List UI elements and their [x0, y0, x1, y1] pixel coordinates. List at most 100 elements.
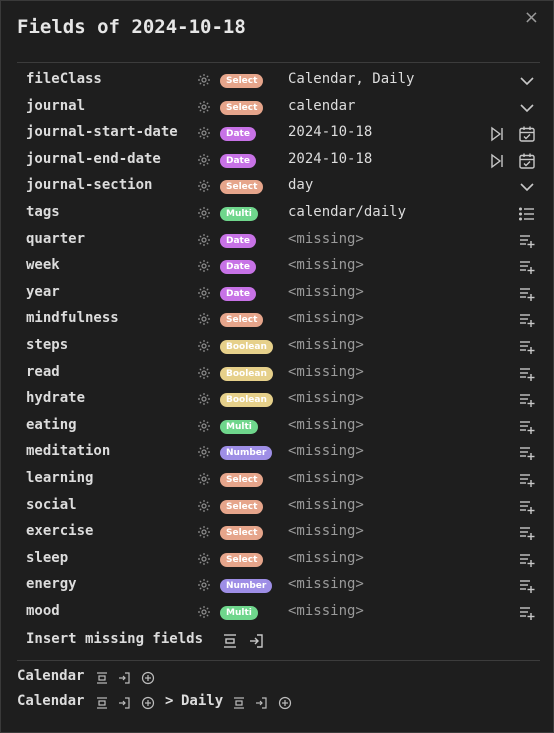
field-name: week	[26, 257, 60, 274]
gear-icon[interactable]	[197, 153, 211, 167]
gear-icon[interactable]	[197, 552, 211, 566]
field-name: meditation	[26, 443, 111, 460]
field-row-journal-end-date: journal-end-date Date 2024-10-18	[1, 147, 553, 174]
add-list-icon[interactable]	[518, 551, 536, 569]
insert-in-frontmatter-icon[interactable]	[232, 696, 246, 710]
field-value: <missing>	[288, 549, 364, 566]
fileclass-name[interactable]: Calendar	[17, 668, 84, 684]
fileclass-subclass-name[interactable]: Daily	[181, 693, 223, 709]
field-name: eating	[26, 416, 77, 433]
field-name: social	[26, 496, 77, 513]
field-name: hydrate	[26, 390, 86, 407]
gear-icon[interactable]	[197, 392, 211, 406]
field-name: fileClass	[26, 71, 102, 87]
skip-next-icon[interactable]	[488, 125, 506, 143]
gear-icon[interactable]	[197, 286, 211, 300]
field-value: <missing>	[288, 523, 364, 540]
field-name: energy	[26, 576, 77, 593]
gear-icon[interactable]	[197, 578, 211, 592]
gear-icon[interactable]	[197, 366, 211, 380]
field-value: calendar/daily	[288, 203, 407, 220]
insert-at-cursor-icon[interactable]	[118, 671, 132, 685]
field-value: <missing>	[288, 469, 364, 486]
add-circle-icon[interactable]	[141, 696, 155, 710]
field-row-sleep: sleep Select <missing>	[1, 546, 553, 573]
calendar-check-icon[interactable]	[518, 152, 536, 170]
add-list-icon[interactable]	[518, 418, 536, 436]
add-list-icon[interactable]	[518, 471, 536, 489]
field-row-fileClass: fileClass Select Calendar, Daily	[1, 67, 553, 94]
chevron-down-icon[interactable]	[518, 99, 536, 117]
field-name: tags	[26, 203, 60, 220]
field-type-badge: Select	[220, 313, 264, 328]
add-list-icon[interactable]	[518, 604, 536, 622]
calendar-check-icon[interactable]	[518, 125, 536, 143]
field-row-learning: learning Select <missing>	[1, 466, 553, 493]
insert-at-cursor-icon[interactable]	[118, 696, 132, 710]
skip-next-icon[interactable]	[488, 152, 506, 170]
gear-icon[interactable]	[197, 206, 211, 220]
field-type-badge: Select	[220, 100, 264, 115]
list-icon[interactable]	[518, 205, 536, 223]
field-name: journal-start-date	[26, 124, 178, 141]
insert-in-frontmatter-icon[interactable]	[95, 696, 109, 710]
field-name: journal-end-date	[26, 150, 161, 167]
add-list-icon[interactable]	[518, 391, 536, 409]
field-type-badge: Number	[220, 579, 273, 594]
gear-icon[interactable]	[197, 605, 211, 619]
field-row-exercise: exercise Select <missing>	[1, 519, 553, 546]
field-name: quarter	[26, 230, 86, 247]
add-list-icon[interactable]	[518, 365, 536, 383]
field-row-steps: steps Boolean <missing>	[1, 333, 553, 360]
field-value: <missing>	[288, 283, 364, 300]
gear-icon[interactable]	[197, 259, 211, 273]
insert-in-frontmatter-icon[interactable]	[221, 632, 239, 650]
field-type-badge: Select	[220, 552, 264, 567]
gear-icon[interactable]	[197, 312, 211, 326]
gear-icon[interactable]	[197, 472, 211, 486]
gear-icon[interactable]	[197, 499, 211, 513]
add-circle-icon[interactable]	[141, 671, 155, 685]
field-type-badge: Select	[220, 74, 264, 88]
add-list-icon[interactable]	[518, 524, 536, 542]
field-type-badge: Select	[220, 472, 264, 487]
add-list-icon[interactable]	[518, 285, 536, 303]
chevron-down-icon[interactable]	[518, 72, 536, 90]
fileclass-name[interactable]: Calendar	[17, 693, 84, 709]
add-list-icon[interactable]	[518, 577, 536, 595]
close-icon[interactable]: ×	[524, 7, 539, 28]
add-list-icon[interactable]	[518, 498, 536, 516]
insert-at-cursor-icon[interactable]	[248, 632, 266, 650]
gear-icon[interactable]	[197, 73, 211, 87]
add-list-icon[interactable]	[518, 311, 536, 329]
add-list-icon[interactable]	[518, 258, 536, 276]
gear-icon[interactable]	[197, 339, 211, 353]
gear-icon[interactable]	[197, 126, 211, 140]
field-row-mindfulness: mindfulness Select <missing>	[1, 306, 553, 333]
gear-icon[interactable]	[197, 179, 211, 193]
add-list-icon[interactable]	[518, 232, 536, 250]
gear-icon[interactable]	[197, 445, 211, 459]
field-value: <missing>	[288, 390, 364, 407]
field-name: exercise	[26, 523, 94, 540]
add-list-icon[interactable]	[518, 444, 536, 462]
field-row-journal: journal Select calendar	[1, 94, 553, 121]
field-type-badge: Select	[220, 499, 264, 514]
field-row-hydrate: hydrate Boolean <missing>	[1, 386, 553, 413]
field-row-week: week Date <missing>	[1, 253, 553, 280]
gear-icon[interactable]	[197, 419, 211, 433]
insert-in-frontmatter-icon[interactable]	[95, 671, 109, 685]
add-circle-icon[interactable]	[278, 696, 292, 710]
chevron-down-icon[interactable]	[518, 178, 536, 196]
gear-icon[interactable]	[197, 233, 211, 247]
field-value: <missing>	[288, 230, 364, 247]
divider	[17, 62, 540, 63]
field-value: <missing>	[288, 336, 364, 353]
gear-icon[interactable]	[197, 100, 211, 114]
field-type-badge: Date	[220, 153, 256, 168]
gear-icon[interactable]	[197, 525, 211, 539]
insert-at-cursor-icon[interactable]	[255, 696, 269, 710]
add-list-icon[interactable]	[518, 338, 536, 356]
field-value: <missing>	[288, 257, 364, 274]
field-value: 2024-10-18	[288, 150, 373, 167]
